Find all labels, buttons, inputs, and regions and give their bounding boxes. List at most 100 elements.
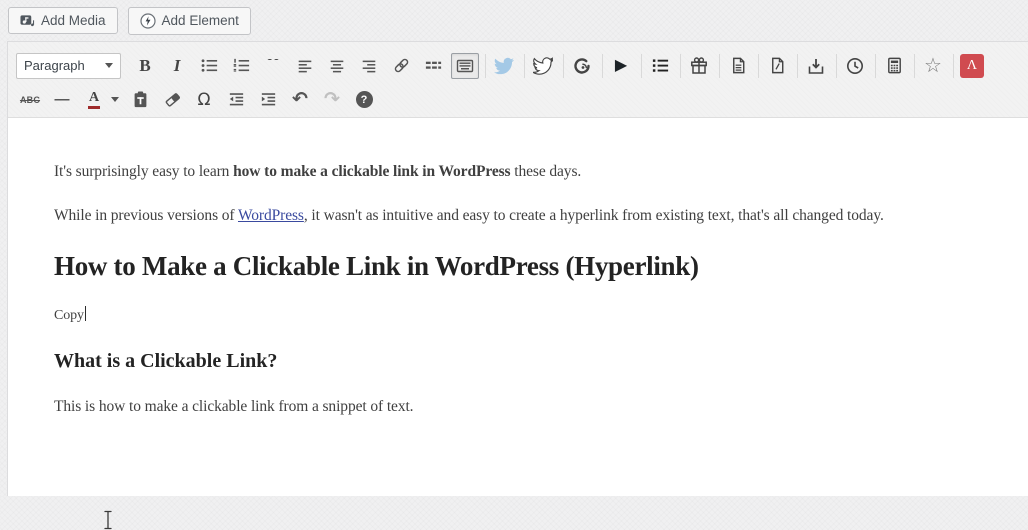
chevron-down-icon: [105, 63, 113, 68]
text-color-button[interactable]: A: [80, 87, 108, 113]
italic-icon: I: [173, 55, 181, 75]
toolbar-separator: [524, 53, 525, 78]
bulleted-list-icon: [201, 59, 217, 72]
sub-heading: What is a Clickable Link?: [54, 350, 278, 372]
bold-button[interactable]: B: [131, 53, 159, 79]
bold-list-button[interactable]: [646, 53, 674, 79]
paste-as-text-icon: [134, 91, 146, 108]
twitter-bird-outline-icon: [533, 56, 553, 75]
add-element-label: Add Element: [161, 12, 239, 28]
paragraph-text: While in previous versions of: [54, 207, 238, 224]
align-left-button[interactable]: [291, 53, 319, 79]
document-slash-button[interactable]: [763, 53, 791, 79]
align-center-button[interactable]: [323, 53, 351, 79]
keyboard-icon: [456, 59, 474, 72]
toolbar-separator: [914, 53, 915, 78]
paragraph-history: While in previous versions of WordPress,…: [54, 205, 982, 227]
chevron-down-icon: [111, 97, 119, 102]
redo-icon: ↷: [324, 88, 340, 110]
toolbar-separator: [797, 53, 798, 78]
read-more-button[interactable]: [419, 53, 447, 79]
link-icon: [394, 58, 408, 73]
calculator-button[interactable]: [880, 53, 908, 79]
add-media-label: Add Media: [41, 12, 106, 28]
play-icon: ▶: [614, 56, 628, 74]
strikethrough-icon: ABC: [19, 94, 41, 105]
clock-button[interactable]: [841, 53, 869, 79]
blockquote-icon: “: [266, 59, 281, 73]
toolbar-separator: [563, 53, 564, 78]
paragraph-text: It's surprisingly easy to learn: [54, 163, 234, 180]
toolbar-separator: [680, 53, 681, 78]
special-character-button[interactable]: Ω: [190, 87, 218, 113]
twitter-follow-button[interactable]: [529, 53, 557, 79]
twitter-embed-button[interactable]: [490, 53, 518, 79]
align-right-icon: [362, 60, 376, 72]
undo-icon: ↶: [292, 88, 308, 110]
toolbar-separator: [875, 53, 876, 78]
editor-content-area[interactable]: It's surprisingly easy to learn how to m…: [8, 118, 1028, 530]
follow-signal-icon: [574, 57, 590, 74]
toolbar-toggle-button[interactable]: [451, 52, 479, 79]
insert-link-button[interactable]: [387, 53, 415, 79]
italic-button[interactable]: I: [163, 53, 191, 79]
undo-button[interactable]: ↶: [286, 87, 314, 113]
horizontal-rule-button[interactable]: —: [48, 87, 76, 113]
redo-button[interactable]: ↷: [318, 87, 346, 113]
align-center-icon: [330, 60, 344, 72]
toolbar-separator: [836, 53, 837, 78]
add-media-button[interactable]: Add Media: [8, 7, 118, 34]
align-right-button[interactable]: [355, 53, 383, 79]
download-button[interactable]: [802, 53, 830, 79]
text-color-icon: A: [87, 90, 101, 109]
star-button[interactable]: ☆: [919, 53, 947, 79]
strikethrough-button[interactable]: ABC: [16, 87, 44, 113]
paragraph-intro: It's surprisingly easy to learn how to m…: [54, 161, 982, 183]
clock-icon: [847, 57, 863, 74]
text-caret: [84, 306, 86, 321]
wordpress-editor-screen: { "colors": { "page_background": "#f0f0f…: [0, 0, 1028, 530]
text-color-dropdown[interactable]: [108, 87, 122, 113]
document-icon: [732, 57, 744, 74]
outdent-button[interactable]: [222, 87, 250, 113]
paste-as-text-button[interactable]: [126, 87, 154, 113]
copy-line: Copy: [54, 306, 982, 326]
tinymce-toolbar: Paragraph B I “: [8, 42, 1028, 118]
clear-formatting-button[interactable]: [158, 87, 186, 113]
visual-editor: Paragraph B I “: [7, 41, 1028, 530]
numbered-list-icon: [233, 58, 249, 72]
eraser-icon: [165, 93, 180, 107]
follow-signal-button[interactable]: [568, 53, 596, 79]
toolbar-row-2: ABC — A Ω ↶ ↷ ?: [16, 84, 1020, 115]
indent-button[interactable]: [254, 87, 282, 113]
paragraph-format-select[interactable]: Paragraph: [16, 52, 121, 79]
help-icon: ?: [355, 91, 373, 108]
gift-button[interactable]: [685, 53, 713, 79]
numbered-list-button[interactable]: [227, 53, 255, 79]
media-icon: [20, 13, 35, 28]
toolbar-separator: [758, 53, 759, 78]
gift-icon: [691, 56, 707, 74]
editor-media-bar: Add Media Add Element: [0, 0, 1028, 41]
red-lambda-icon: Λ: [960, 53, 984, 78]
toolbar-separator: [602, 53, 603, 78]
bold-list-icon: [652, 59, 668, 72]
star-icon: ☆: [924, 54, 942, 77]
document-slash-icon: [771, 57, 783, 74]
ibeam-cursor: [104, 510, 112, 530]
document-button[interactable]: [724, 53, 752, 79]
help-button[interactable]: ?: [350, 87, 378, 113]
toolbar-separator: [641, 53, 642, 78]
play-button[interactable]: ▶: [607, 53, 635, 79]
paragraph-text: , it wasn't as intuitive and easy to cre…: [303, 207, 884, 224]
paragraph-snippet: This is how to make a clickable link fro…: [54, 398, 414, 415]
paragraph-text: these days.: [510, 163, 582, 180]
bulleted-list-button[interactable]: [195, 53, 223, 79]
blockquote-button[interactable]: “: [259, 53, 287, 79]
add-element-button[interactable]: Add Element: [127, 6, 251, 35]
red-lambda-button[interactable]: Λ: [958, 53, 986, 79]
horizontal-rule-icon: —: [54, 91, 70, 108]
read-more-icon: [425, 61, 441, 69]
wordpress-link[interactable]: WordPress: [238, 207, 304, 224]
main-heading: How to Make a Clickable Link in WordPres…: [54, 251, 699, 281]
